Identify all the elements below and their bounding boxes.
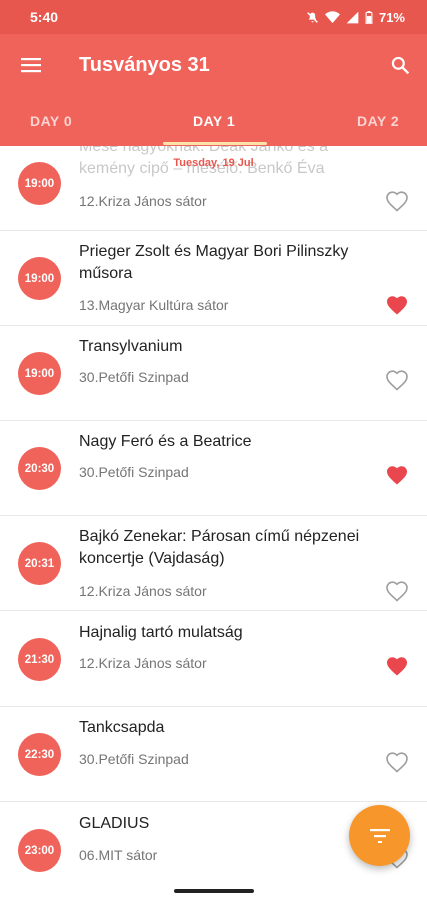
day-tabs: DAY 0 DAY 1 DAY 2 <box>0 96 427 146</box>
event-venue: 30.Petőfi Szinpad <box>79 369 189 385</box>
heart-outline-icon[interactable] <box>385 580 409 602</box>
tab-day-1[interactable]: DAY 1 <box>193 96 235 146</box>
event-row[interactable]: 20:30 Nagy Feró és a Beatrice 30.Petőfi … <box>0 421 427 516</box>
event-venue: 12.Kriza János sátor <box>79 583 207 599</box>
signal-icon <box>346 11 359 23</box>
menu-icon <box>21 58 41 73</box>
event-venue: 13.Magyar Kultúra sátor <box>79 297 229 313</box>
event-time: 21:30 <box>18 638 61 681</box>
event-venue: 06.MIT sátor <box>79 847 158 863</box>
search-icon <box>391 56 410 75</box>
event-title: Hajnalig tartó mulatság <box>79 624 243 641</box>
search-button[interactable] <box>373 34 427 96</box>
event-row[interactable]: 20:31 Bajkó Zenekar: Párosan című népzen… <box>0 516 427 611</box>
event-title: Prieger Zsolt és Magyar Bori Pilinszky m… <box>79 243 349 282</box>
heart-filled-icon[interactable] <box>385 655 409 677</box>
event-venue: 12.Kriza János sátor <box>79 193 207 209</box>
status-time: 5:40 <box>30 9 59 25</box>
event-time: 20:30 <box>18 447 61 490</box>
battery-icon <box>365 10 373 24</box>
event-venue: 30.Petőfi Szinpad <box>79 464 189 480</box>
menu-button[interactable] <box>0 34 62 96</box>
event-row[interactable]: 19:00 Prieger Zsolt és Magyar Bori Pilin… <box>0 231 427 326</box>
tab-day-2[interactable]: DAY 2 <box>357 96 399 146</box>
event-title: Transylvanium <box>79 338 183 355</box>
event-row[interactable]: 21:30 Hajnalig tartó mulatság 12.Kriza J… <box>0 612 427 707</box>
tab-day-0[interactable]: DAY 0 <box>30 96 72 146</box>
heart-outline-icon[interactable] <box>385 190 409 212</box>
event-time: 19:00 <box>18 257 61 300</box>
heart-outline-icon[interactable] <box>385 369 409 391</box>
event-row[interactable]: 22:30 Tankcsapda 30.Petőfi Szinpad <box>0 707 427 802</box>
home-handle[interactable] <box>174 889 254 893</box>
event-title: Bajkó Zenekar: Párosan című népzenei kon… <box>79 528 360 567</box>
heart-filled-icon[interactable] <box>385 294 409 316</box>
event-time: 22:30 <box>18 733 61 776</box>
wifi-icon <box>324 10 340 23</box>
mute-icon <box>307 11 318 23</box>
filter-button[interactable] <box>349 805 410 866</box>
event-title: Tankcsapda <box>79 719 165 736</box>
app-bar: Tusványos 31 <box>0 34 427 96</box>
event-time: 19:00 <box>18 352 61 395</box>
heart-outline-icon[interactable] <box>385 751 409 773</box>
status-icons: 71% <box>306 10 405 25</box>
tab-indicator <box>163 142 267 145</box>
date-header: Tuesday, 19 Jul <box>173 157 254 169</box>
event-time: 23:00 <box>18 829 61 872</box>
navigation-bar <box>0 884 427 900</box>
event-list[interactable]: 19:00 Mese nagyoknak: Deák Jankó és a ke… <box>0 146 427 884</box>
event-venue: 30.Petőfi Szinpad <box>79 751 189 767</box>
battery-level: 71% <box>378 9 405 25</box>
event-title: Nagy Feró és a Beatrice <box>79 433 252 450</box>
event-time: 20:31 <box>18 542 61 585</box>
event-title: GLADIUS <box>79 815 150 832</box>
filter-icon <box>369 828 390 843</box>
heart-filled-icon[interactable] <box>385 464 409 486</box>
app-title: Tusványos 31 <box>79 53 210 76</box>
event-row[interactable]: 19:00 Transylvanium 30.Petőfi Szinpad <box>0 326 427 421</box>
event-venue: 12.Kriza János sátor <box>79 655 207 671</box>
status-bar: 5:40 71% <box>0 0 427 34</box>
